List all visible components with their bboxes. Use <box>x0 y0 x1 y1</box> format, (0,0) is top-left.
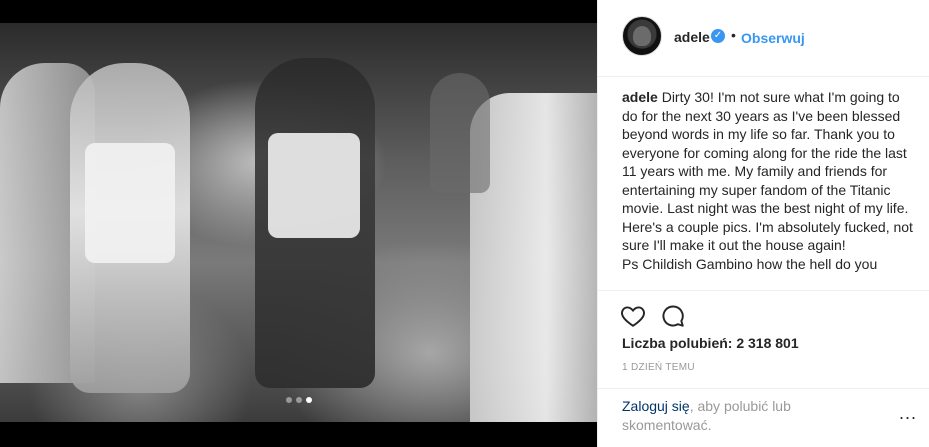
login-prompt: Zaloguj się, aby polubić lub skomentować… <box>622 397 852 435</box>
more-options-icon[interactable]: ... <box>899 403 917 424</box>
caption-username[interactable]: adele <box>622 89 658 105</box>
background-man-figure <box>430 73 490 193</box>
likes-count[interactable]: Liczba polubień: 2 318 801 <box>622 335 799 351</box>
separator-dot: • <box>731 27 736 43</box>
follow-button[interactable]: Obserwuj <box>741 30 805 46</box>
comment-login-area: Zaloguj się, aby polubić lub skomentować… <box>598 388 929 447</box>
carousel-dot-2[interactable] <box>295 397 302 403</box>
post-side-panel: adele ✓ • Obserwuj adele Dirty 30! I'm n… <box>597 0 929 447</box>
verified-badge-icon: ✓ <box>711 29 725 43</box>
comment-icon[interactable] <box>660 303 686 329</box>
life-vest-center <box>268 133 360 238</box>
carousel-indicator <box>0 390 597 408</box>
carousel-dot-3[interactable] <box>305 397 312 403</box>
post-header: adele ✓ • Obserwuj <box>598 0 929 77</box>
avatar-face <box>633 26 651 46</box>
caption-text: Dirty 30! I'm not sure what I'm going to… <box>622 89 913 253</box>
username-link[interactable]: adele <box>674 29 710 45</box>
life-vest-left <box>85 143 175 263</box>
carousel-dot-1[interactable] <box>285 397 292 403</box>
post-media[interactable] <box>0 0 597 447</box>
heart-icon[interactable] <box>620 303 646 329</box>
login-link[interactable]: Zaloguj się <box>622 398 690 414</box>
post-timestamp[interactable]: 1 DZIEŃ TEMU <box>622 362 695 373</box>
post-caption: adele Dirty 30! I'm not sure what I'm go… <box>622 88 916 286</box>
caption-text-2: Ps Childish Gambino how the hell do you <box>622 255 878 272</box>
avatar[interactable] <box>622 16 662 56</box>
post-photo[interactable] <box>0 23 597 422</box>
